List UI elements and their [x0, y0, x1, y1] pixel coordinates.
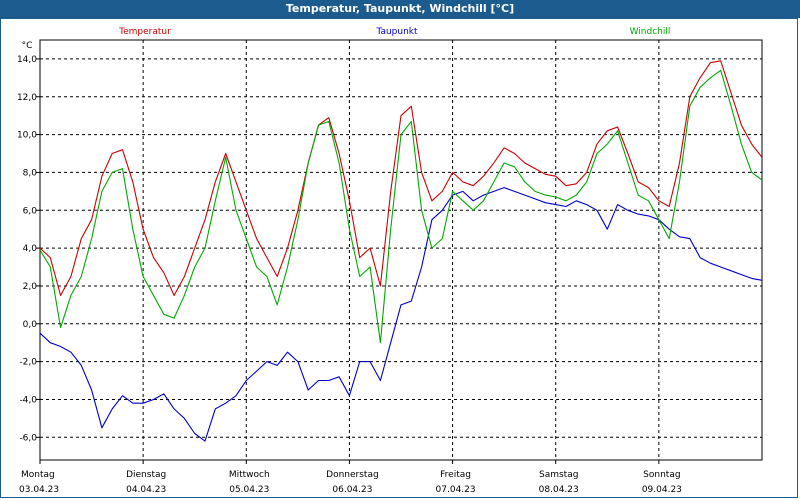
x-tick-label-day: Mittwoch	[229, 470, 270, 480]
y-tick-label: 10,0	[17, 131, 37, 141]
x-tick-label-date: 08.04.23	[539, 485, 579, 495]
y-tick-label: 0,0	[23, 320, 38, 330]
plot-area	[39, 39, 763, 461]
y-tick-label: 8,0	[23, 168, 38, 178]
y-tick-label: 4,0	[23, 244, 38, 254]
x-tick-label-day: Donnerstag	[326, 470, 379, 480]
chart-plot: 14,0 12,0 10,0 8,0 6,0 4,0 2,0 0,0 -2,0 -4,0 -6,0 °…	[17, 27, 763, 495]
x-tick-label-day: Sonntag	[643, 470, 680, 480]
legend-item-taupunkt: Taupunkt	[375, 27, 418, 37]
y-axis-label: °C	[22, 41, 33, 51]
y-tick-label: -6,0	[19, 433, 37, 443]
y-tick-label: 12,0	[17, 93, 37, 103]
x-tick-label-date: 04.04.23	[126, 485, 166, 495]
x-tick-label-date: 06.04.23	[332, 485, 372, 495]
x-tick-label-date: 07.04.23	[436, 485, 476, 495]
x-tick-label-date: 09.04.23	[642, 485, 682, 495]
y-tick-label: 14,0	[17, 55, 37, 65]
x-tick-label-date: 05.04.23	[229, 485, 269, 495]
y-tick-label: 2,0	[23, 282, 38, 292]
x-tick-label-date: 03.04.23	[19, 485, 59, 495]
x-tick-label-day: Samstag	[539, 470, 578, 480]
x-tick-label-day: Freitag	[440, 470, 471, 480]
y-tick-label: 6,0	[23, 206, 38, 216]
y-tick-label: -4,0	[19, 395, 37, 405]
legend-item-temperatur: Temperatur	[118, 27, 171, 37]
x-tick-label-day: Montag	[21, 470, 55, 480]
x-tick-label-day: Dienstag	[126, 470, 166, 480]
y-tick-label: -2,0	[19, 358, 37, 368]
legend-item-windchill: Windchill	[630, 27, 671, 37]
